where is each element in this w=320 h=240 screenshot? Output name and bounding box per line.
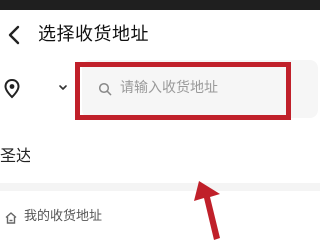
city-dropdown[interactable]	[56, 79, 70, 93]
header: 选择收货地址	[0, 10, 320, 58]
select-address-page: 选择收货地址 圣达	[0, 0, 320, 240]
chevron-left-icon	[6, 24, 24, 46]
map-pin-icon	[3, 78, 21, 104]
back-button[interactable]	[6, 24, 24, 46]
home-icon	[4, 210, 18, 224]
page-title: 选择收货地址	[38, 24, 149, 45]
location-button[interactable]	[3, 78, 21, 100]
status-bar	[0, 0, 320, 10]
list-item[interactable]: 圣达	[0, 144, 30, 168]
my-addresses-link[interactable]: 我的收货地址	[0, 204, 200, 230]
search-input[interactable]	[120, 73, 300, 103]
my-addresses-label: 我的收货地址	[24, 209, 103, 224]
section-divider	[0, 183, 320, 191]
caret-down-icon	[56, 79, 70, 98]
search-icon	[98, 81, 112, 96]
search-bar[interactable]	[82, 60, 318, 118]
